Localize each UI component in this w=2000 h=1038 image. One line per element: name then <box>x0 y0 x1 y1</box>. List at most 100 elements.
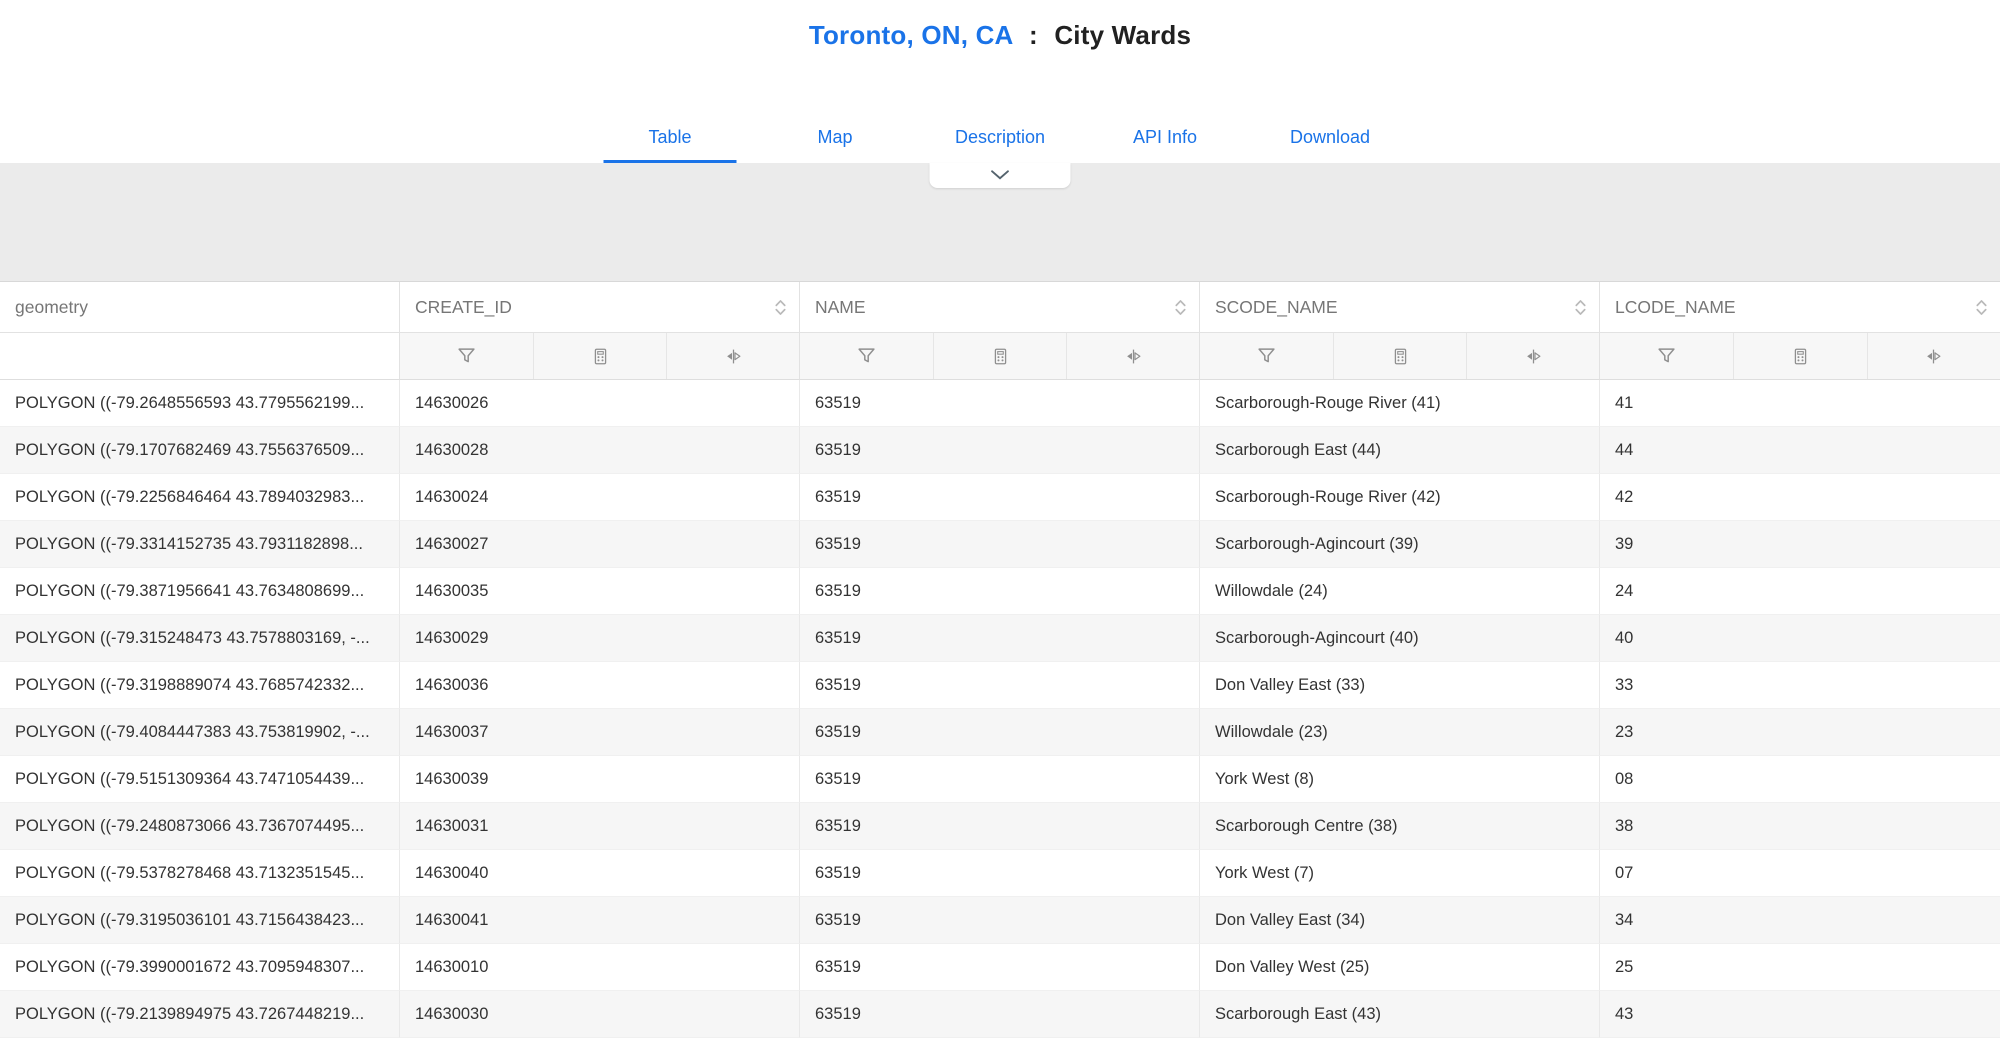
tab-table[interactable]: Table <box>588 111 753 163</box>
cell-lcode-name: 25 <box>1600 944 2000 991</box>
filter-cell-geometry <box>0 333 400 380</box>
filter-cell-lcode-name <box>1600 333 2000 380</box>
filter-cell-name <box>800 333 1200 380</box>
cell-lcode-name: 39 <box>1600 521 2000 568</box>
compare-icon <box>725 348 742 365</box>
cell-scode-name: Willowdale (24) <box>1200 568 1600 615</box>
cell-scode-name: Don Valley West (25) <box>1200 944 1600 991</box>
collapse-tabs-button[interactable] <box>929 163 1071 188</box>
column-header-lcode-name[interactable]: LCODE_NAME <box>1600 282 2000 333</box>
tab-download[interactable]: Download <box>1248 111 1413 163</box>
sort-arrows-icon <box>1975 298 1988 317</box>
cell-geometry: POLYGON ((-79.3198889074 43.7685742332..… <box>0 662 400 709</box>
cell-name: 63519 <box>800 850 1200 897</box>
calculator-button-name[interactable] <box>933 333 1066 379</box>
cell-scode-name: Willowdale (23) <box>1200 709 1600 756</box>
cell-create-id: 14630026 <box>400 380 800 427</box>
column-header-name[interactable]: NAME <box>800 282 1200 333</box>
table-filter-row <box>0 333 2000 380</box>
filter-funnel-icon <box>457 347 476 365</box>
cell-name: 63519 <box>800 756 1200 803</box>
cell-geometry: POLYGON ((-79.3990001672 43.7095948307..… <box>0 944 400 991</box>
cell-name: 63519 <box>800 709 1200 756</box>
cell-lcode-name: 41 <box>1600 380 2000 427</box>
cell-create-id: 14630027 <box>400 521 800 568</box>
data-table: geometry CREATE_ID NAME SCODE_NAME LCODE_NAM… <box>0 281 2000 1038</box>
compare-button-lcode-name[interactable] <box>1866 333 2000 379</box>
tab-map[interactable]: Map <box>753 111 918 163</box>
filter-button-lcode-name[interactable] <box>1600 333 1734 379</box>
column-header-create-id[interactable]: CREATE_ID <box>400 282 800 333</box>
compare-button-scode-name[interactable] <box>1466 333 1599 379</box>
calculator-icon <box>1792 348 1809 365</box>
cell-scode-name: York West (7) <box>1200 850 1600 897</box>
cell-create-id: 14630040 <box>400 850 800 897</box>
filter-funnel-icon <box>1257 347 1276 365</box>
table-row: POLYGON ((-79.5151309364 43.7471054439..… <box>0 756 2000 803</box>
cell-lcode-name: 07 <box>1600 850 2000 897</box>
cell-lcode-name: 43 <box>1600 991 2000 1038</box>
cell-create-id: 14630031 <box>400 803 800 850</box>
calculator-button-lcode-name[interactable] <box>1733 333 1867 379</box>
cell-scode-name: York West (8) <box>1200 756 1600 803</box>
column-header-geometry: geometry <box>0 282 400 333</box>
cell-geometry: POLYGON ((-79.2139894975 43.7267448219..… <box>0 991 400 1038</box>
cell-name: 63519 <box>800 662 1200 709</box>
calculator-button-scode-name[interactable] <box>1333 333 1466 379</box>
compare-icon <box>1925 348 1942 365</box>
tab-bar: Table Map Description API Info Download <box>588 111 1413 163</box>
cell-name: 63519 <box>800 803 1200 850</box>
cell-geometry: POLYGON ((-79.3871956641 43.7634808699..… <box>0 568 400 615</box>
compare-button-name[interactable] <box>1066 333 1199 379</box>
compare-icon <box>1125 348 1142 365</box>
cell-lcode-name: 42 <box>1600 474 2000 521</box>
cell-name: 63519 <box>800 568 1200 615</box>
compare-button-create-id[interactable] <box>666 333 799 379</box>
cell-lcode-name: 08 <box>1600 756 2000 803</box>
cell-scode-name: Don Valley East (33) <box>1200 662 1600 709</box>
sort-arrows-icon <box>1174 298 1187 317</box>
location-link[interactable]: Toronto, ON, CA <box>809 20 1013 50</box>
cell-create-id: 14630010 <box>400 944 800 991</box>
column-label: LCODE_NAME <box>1615 296 1736 317</box>
filter-funnel-icon <box>1657 347 1676 365</box>
filter-funnel-icon <box>857 347 876 365</box>
tab-description[interactable]: Description <box>918 111 1083 163</box>
cell-create-id: 14630024 <box>400 474 800 521</box>
cell-scode-name: Scarborough-Rouge River (41) <box>1200 380 1600 427</box>
cell-name: 63519 <box>800 615 1200 662</box>
chevron-down-icon <box>991 168 1010 183</box>
cell-scode-name: Scarborough-Agincourt (39) <box>1200 521 1600 568</box>
filter-button-create-id[interactable] <box>400 333 533 379</box>
cell-geometry: POLYGON ((-79.2256846464 43.7894032983..… <box>0 474 400 521</box>
table-header-row: geometry CREATE_ID NAME SCODE_NAME LCODE_NAM… <box>0 282 2000 333</box>
table-row: POLYGON ((-79.3314152735 43.7931182898..… <box>0 521 2000 568</box>
table-row: POLYGON ((-79.2480873066 43.7367074495..… <box>0 803 2000 850</box>
sort-arrows-icon <box>774 298 787 317</box>
cell-lcode-name: 23 <box>1600 709 2000 756</box>
cell-scode-name: Don Valley East (34) <box>1200 897 1600 944</box>
table-row: POLYGON ((-79.2139894975 43.7267448219..… <box>0 991 2000 1038</box>
column-header-scode-name[interactable]: SCODE_NAME <box>1200 282 1600 333</box>
cell-geometry: POLYGON ((-79.1707682469 43.7556376509..… <box>0 427 400 474</box>
compare-icon <box>1525 348 1542 365</box>
cell-create-id: 14630037 <box>400 709 800 756</box>
cell-lcode-name: 38 <box>1600 803 2000 850</box>
filter-button-scode-name[interactable] <box>1200 333 1333 379</box>
filter-button-name[interactable] <box>800 333 933 379</box>
toolbar-band <box>0 163 2000 281</box>
table-body: POLYGON ((-79.2648556593 43.7795562199..… <box>0 380 2000 1038</box>
header: Toronto, ON, CA : City Wards Table Map Des… <box>0 0 2000 163</box>
cell-create-id: 14630039 <box>400 756 800 803</box>
cell-name: 63519 <box>800 427 1200 474</box>
column-label: geometry <box>15 296 88 317</box>
table-row: POLYGON ((-79.1707682469 43.7556376509..… <box>0 427 2000 474</box>
cell-scode-name: Scarborough Centre (38) <box>1200 803 1600 850</box>
cell-geometry: POLYGON ((-79.2480873066 43.7367074495..… <box>0 803 400 850</box>
cell-scode-name: Scarborough-Agincourt (40) <box>1200 615 1600 662</box>
cell-name: 63519 <box>800 991 1200 1038</box>
cell-geometry: POLYGON ((-79.315248473 43.7578803169, -… <box>0 615 400 662</box>
calculator-button-create-id[interactable] <box>533 333 666 379</box>
cell-create-id: 14630035 <box>400 568 800 615</box>
tab-api-info[interactable]: API Info <box>1083 111 1248 163</box>
